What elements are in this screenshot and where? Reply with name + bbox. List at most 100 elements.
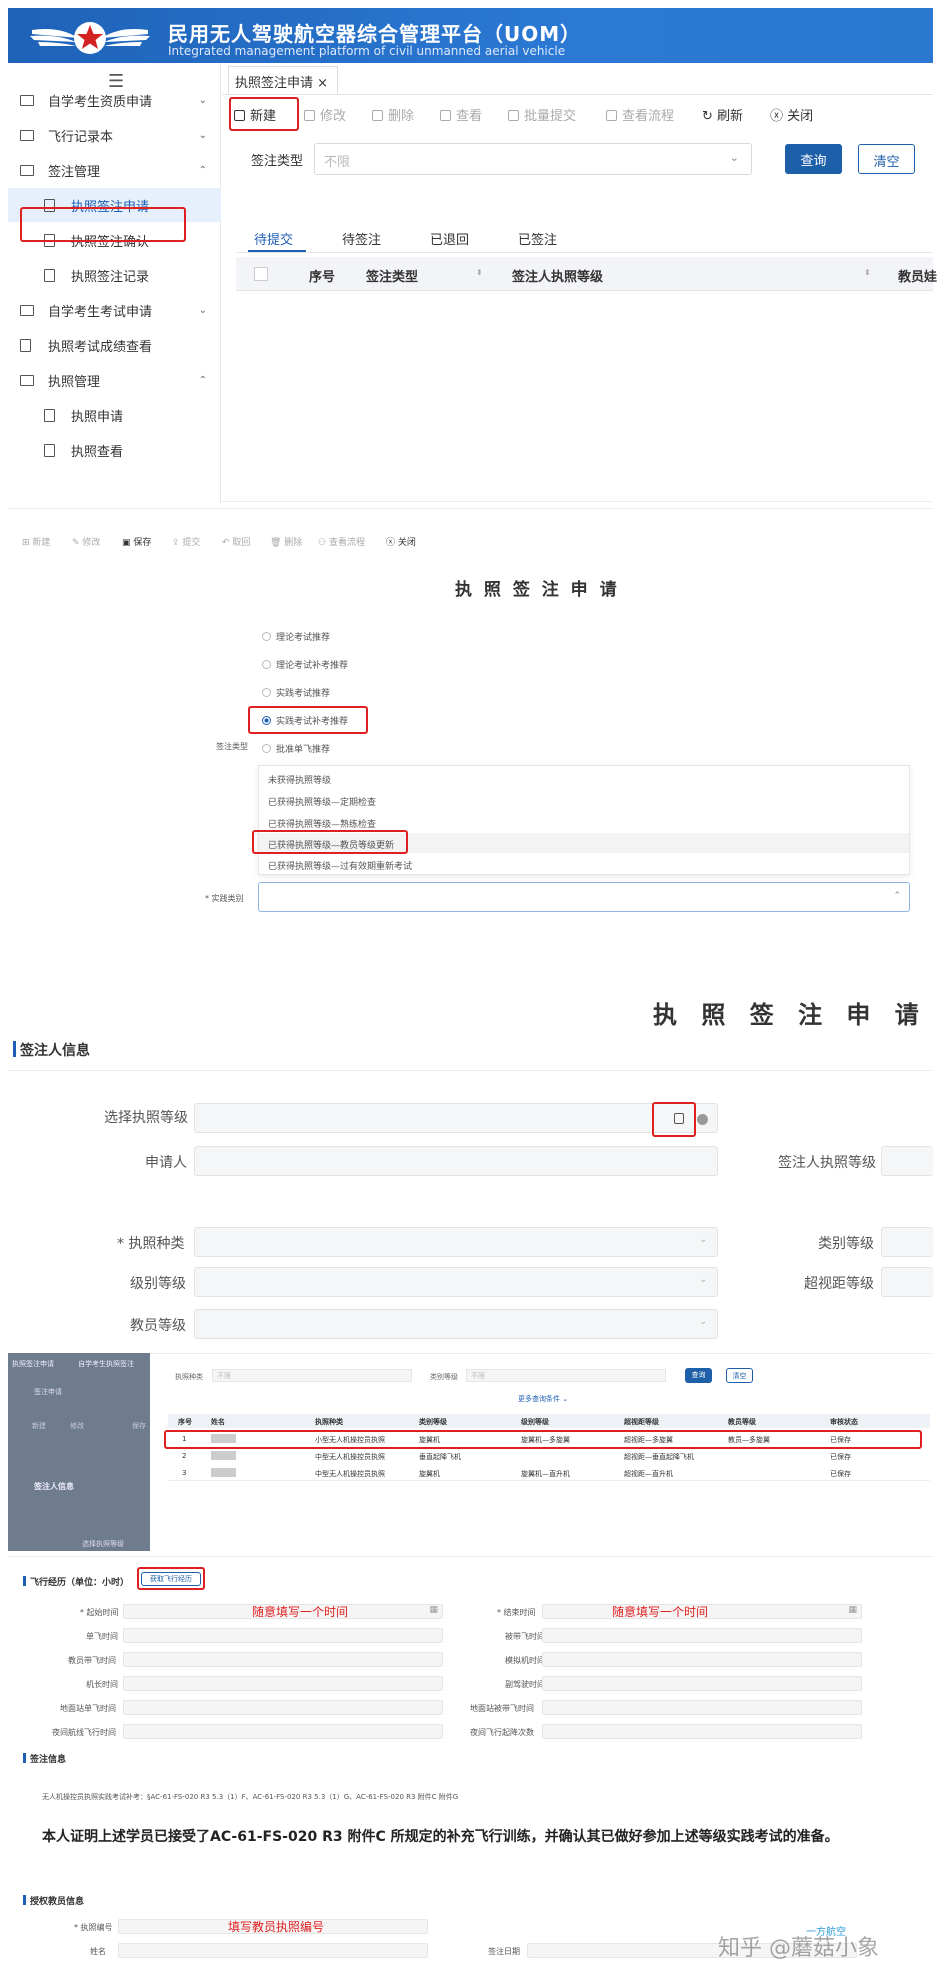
edit-button[interactable]: ✎ 修改 [72,535,100,548]
sidebar-item-exam-apply[interactable]: 自学考生考试申请 ⌄ [8,293,221,327]
blurred-name [211,1468,236,1477]
app-subtitle: Integrated management platform of civil … [168,44,566,58]
category-input[interactable] [881,1227,933,1257]
chevron-down-icon: ⌄ [699,1235,707,1245]
practice-category-select[interactable]: ⌃ [258,882,910,912]
save-button[interactable]: ▣ 保存 [122,535,151,548]
endorse-date-label: 签注日期 [488,1947,520,1956]
close-button[interactable]: ⓧ 关闭 [386,535,416,548]
divider [236,252,933,253]
document-icon [20,338,31,352]
class-select[interactable]: ⌄ [194,1267,718,1297]
tab-endorsed[interactable]: 已签注 [518,229,557,248]
sidebar-item-license-apply[interactable]: 执照申请 [8,398,221,432]
popup-clear-button[interactable]: 清空 [726,1368,753,1383]
ground-solo-input[interactable] [123,1700,443,1715]
sidebar-item-flight-logbook[interactable]: 飞行记录本 ⌄ [8,118,221,152]
signer-level-label: 签注人执照等级 [778,1155,876,1171]
solo-time-input[interactable] [123,1628,443,1643]
name-input[interactable] [118,1943,428,1958]
col-signer-level[interactable]: 签注人执照等级 [512,266,603,285]
folder-icon [20,129,34,141]
radio-theory-exam[interactable]: 理论考试推荐 [262,630,330,643]
view-flow-button[interactable]: ⚇ 查看流程 [318,535,365,548]
radio-theory-retake[interactable]: 理论考试补考推荐 [262,658,348,671]
select-all-checkbox[interactable] [254,267,268,281]
retrieve-button[interactable]: ↶ 取回 [222,535,250,548]
delete-button[interactable]: 删除 [372,105,414,124]
tab-pending-submit[interactable]: 待提交 [254,229,293,248]
ground-dual-label: 地面站被带飞时间 [470,1704,534,1713]
sidebar-item-license-view[interactable]: 执照查看 [8,433,221,467]
sidebar-item-license-management[interactable]: 执照管理 ⌃ [8,363,221,397]
grid-body [222,292,933,502]
tab-endorsement-apply[interactable]: 执照签注申请 × [228,66,338,94]
new-button[interactable]: ⊞ 新建 [22,535,50,548]
simulator-time-input[interactable] [542,1652,862,1667]
col-endorsement-type[interactable]: 签注类型 [366,266,418,285]
app-title: 民用无人驾驶航空器综合管理平台（UOM） [168,22,582,46]
batch-submit-button[interactable]: 批量提交 [508,105,576,124]
col-instructor[interactable]: 教员娃 [898,266,937,285]
popup-license-type-select[interactable]: 不限 [212,1369,412,1382]
view-button[interactable]: 查看 [440,105,482,124]
statement-text: 本人证明上述学员已接受了AC-61-FS-020 R3 附件C 所规定的补充飞行… [42,1829,839,1845]
sidebar-item-exam-scores[interactable]: 执照考试成绩查看 [8,328,221,362]
ground-dual-input[interactable] [542,1700,862,1715]
submit-button[interactable]: ⇪ 提交 [172,535,200,548]
flow-icon [606,110,617,121]
close-icon[interactable]: × [317,76,328,91]
clear-button[interactable]: 清空 [858,144,915,174]
popup-query-button[interactable]: 查询 [685,1368,712,1383]
view-flow-button[interactable]: 查看流程 [606,105,674,124]
bvlos-input[interactable] [881,1267,933,1297]
applicant-input[interactable] [194,1146,718,1176]
document-icon [44,443,55,457]
popup-category-select[interactable]: 不限 [466,1369,666,1382]
night-route-input[interactable] [123,1724,443,1739]
option-expired-retest[interactable]: 已获得执照等级—过有效期重新考试 [268,859,412,872]
license-type-select[interactable]: ⌄ [194,1227,718,1257]
option-no-license[interactable]: 未获得执照等级 [268,773,331,786]
bvlos-label: 超视距等级 [804,1276,874,1292]
select-license-level-input[interactable] [194,1103,718,1133]
delete-button[interactable]: 🗑 删除 [270,535,302,548]
sort-icon[interactable]: ⬍ [476,268,483,277]
sidebar-item-self-study-qualification[interactable]: 自学考生资质申请 ⌄ [8,83,221,117]
endorsement-type-select[interactable]: 不限 ⌄ [314,143,752,175]
signer-level-input[interactable] [881,1146,933,1176]
start-time-label: * 起始时间 [80,1608,119,1617]
sidebar-item-endorsement-records[interactable]: 执照签注记录 [8,258,221,292]
close-button[interactable]: ⓧ 关闭 [770,105,813,124]
option-periodic-check[interactable]: 已获得执照等级—定期检查 [268,795,376,808]
instructor-time-input[interactable] [123,1652,443,1667]
instructor-select[interactable]: ⌄ [194,1309,718,1339]
endorsement-info-section: 签注信息 [22,1752,66,1765]
sort-icon[interactable]: ⬍ [864,268,871,277]
simulator-time-label: 模拟机时间 [505,1656,545,1665]
copilot-time-input[interactable] [542,1676,862,1691]
form-title: 执 照 签 注 申 请 [455,580,620,600]
pic-time-input[interactable] [123,1676,443,1691]
class-label: 级别等级 [130,1276,186,1292]
chevron-up-icon: ⌃ [893,891,901,901]
edit-button[interactable]: 修改 [304,105,346,124]
radio-practice-exam[interactable]: 实践考试推荐 [262,686,330,699]
radio-solo-flight[interactable]: 批准单飞推荐 [262,742,330,755]
calendar-icon: ▦ [848,1605,857,1615]
license-number-label: * 执照编号 [74,1923,113,1932]
practice-category-label: * 实践类别 [205,894,244,903]
folder-icon [20,304,34,316]
night-landings-input[interactable] [542,1724,862,1739]
more-filters-link[interactable]: 更多查询条件 ⌄ [518,1394,568,1404]
chevron-down-icon: ⌄ [198,129,207,141]
clear-circle-icon[interactable] [697,1114,708,1125]
ground-solo-label: 地面站单飞时间 [60,1704,116,1713]
refresh-button[interactable]: ↻ 刷新 [702,105,743,124]
query-button[interactable]: 查询 [785,144,842,174]
dual-time-input[interactable] [542,1628,862,1643]
sidebar-item-endorsement-management[interactable]: 签注管理 ⌃ [8,153,221,187]
tab-pending-endorse[interactable]: 待签注 [342,229,381,248]
option-proficiency-check[interactable]: 已获得执照等级—熟练检查 [268,817,376,830]
tab-returned[interactable]: 已退回 [430,229,469,248]
